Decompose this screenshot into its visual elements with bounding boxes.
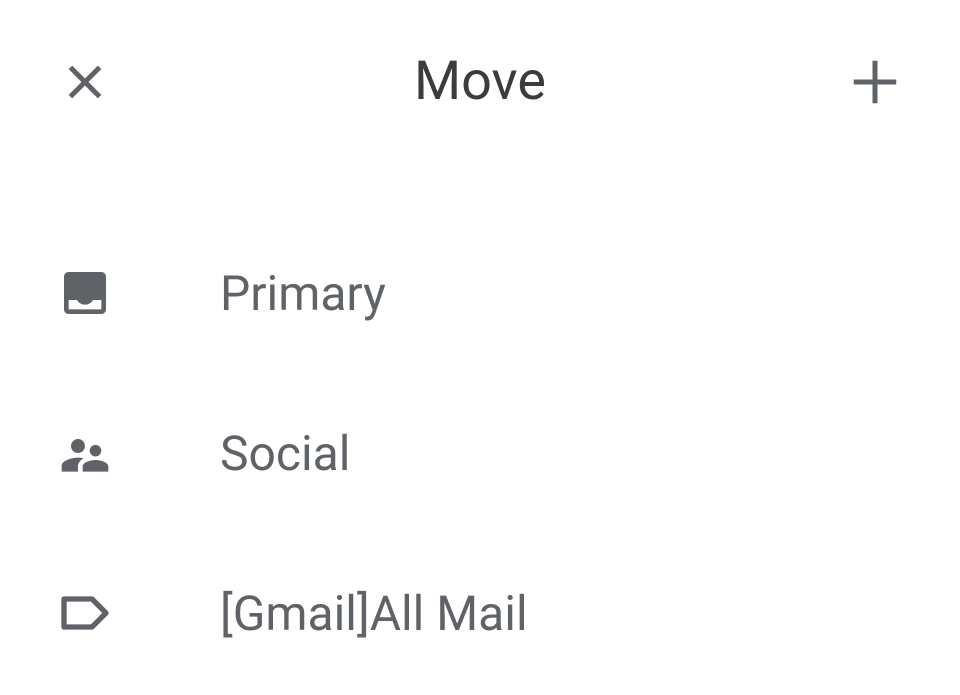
plus-icon (850, 57, 900, 107)
people-icon (55, 423, 115, 483)
folder-item-label: Social (220, 425, 350, 482)
page-title: Move (115, 50, 845, 113)
inbox-icon (55, 263, 115, 323)
close-button[interactable] (55, 52, 115, 112)
header: Move (0, 0, 960, 153)
add-button[interactable] (845, 52, 905, 112)
close-icon (63, 60, 107, 104)
folder-item-label: [Gmail]All Mail (220, 585, 528, 642)
folder-item-social[interactable]: Social (0, 373, 960, 533)
folder-item-primary[interactable]: Primary (0, 213, 960, 373)
folder-list: Primary Social [Gmail]All Mail (0, 153, 960, 693)
folder-item-all-mail[interactable]: [Gmail]All Mail (0, 533, 960, 693)
label-icon (55, 583, 115, 643)
folder-item-label: Primary (220, 265, 386, 322)
